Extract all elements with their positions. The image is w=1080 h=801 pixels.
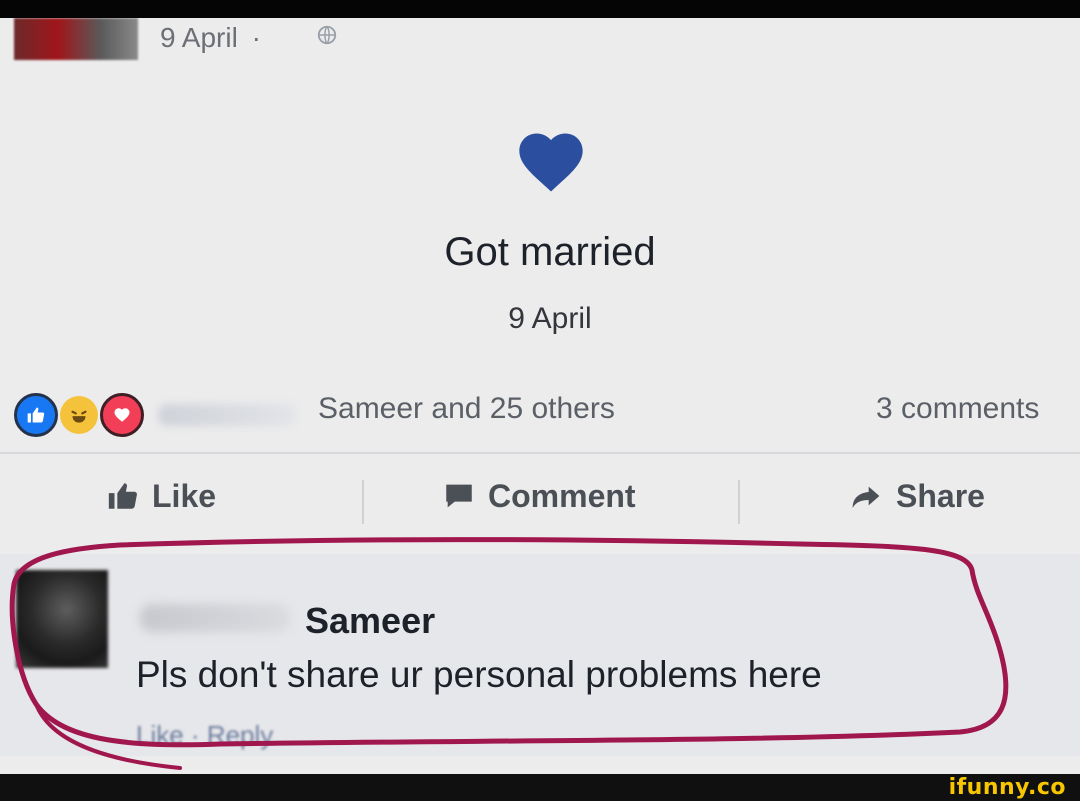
comment-label: Comment [488,477,636,514]
comment-author[interactable]: Sameer [305,600,435,642]
comment-text: Pls don't share ur personal problems her… [136,654,822,695]
commenter-avatar[interactable] [16,570,108,668]
action-separator [362,480,364,524]
action-separator [738,480,740,524]
comments-count[interactable]: 3 comments [876,392,1039,426]
like-label: Like [152,477,217,514]
heart-icon [519,133,583,192]
comment-reply-link[interactable]: Reply [207,720,273,750]
comment-links: Like · Reply [136,720,273,751]
top-bar [0,0,1080,18]
blurred-name [140,604,290,632]
comment-icon [446,484,472,508]
like-icon [14,393,58,437]
share-label: Share [896,477,985,514]
globe-icon [316,24,338,53]
like-button[interactable]: Like [106,474,216,518]
action-bar: Like Comment Share [0,454,1080,554]
poster-avatar[interactable] [14,18,138,60]
reaction-icons[interactable] [14,393,296,437]
life-event-date: 9 April [508,302,592,335]
ifunny-watermark: ifunny.co [948,775,1066,800]
haha-icon [60,396,98,434]
blurred-name [158,404,296,426]
life-event-title: Got married [444,230,656,274]
comment-like-link[interactable]: Like [136,720,184,750]
thumbs-up-icon [108,483,137,509]
reactions-summary[interactable]: Sameer and 25 others [318,392,615,426]
share-arrow-icon [852,486,880,508]
share-button[interactable]: Share [848,474,985,518]
comment-button[interactable]: Comment [442,474,636,518]
link-separator: · [183,720,207,750]
footer-bar: ifunny.co [0,774,1080,801]
post-date[interactable]: 9 April · [160,22,261,54]
love-icon [100,393,144,437]
